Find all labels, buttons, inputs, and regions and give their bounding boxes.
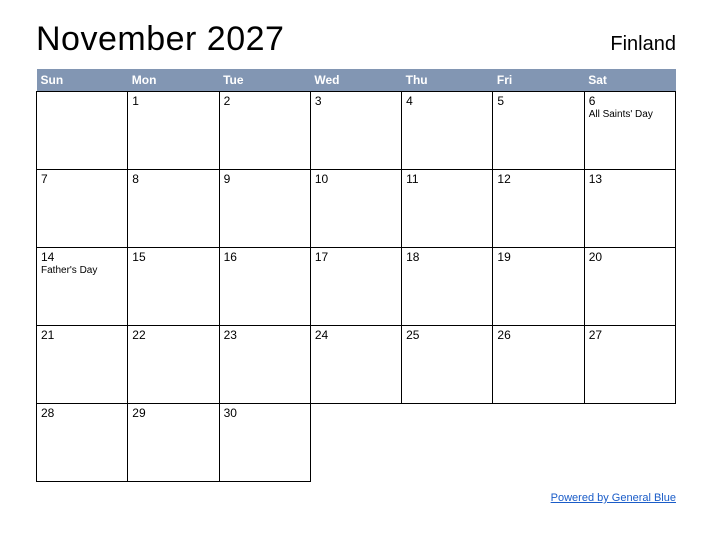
calendar-grid: Sun Mon Tue Wed Thu Fri Sat 1 2 3 4 5 6A… <box>36 69 676 482</box>
day-cell: 12 <box>493 170 584 248</box>
weekday-header-row: Sun Mon Tue Wed Thu Fri Sat <box>37 69 676 92</box>
day-number: 21 <box>41 328 123 342</box>
week-row: 14Father's Day 15 16 17 18 19 20 <box>37 248 676 326</box>
day-number: 12 <box>497 172 579 186</box>
weekday-fri: Fri <box>493 69 584 92</box>
day-number: 22 <box>132 328 214 342</box>
day-cell: 22 <box>128 326 219 404</box>
day-cell: 14Father's Day <box>37 248 128 326</box>
day-number: 13 <box>589 172 671 186</box>
powered-by-link[interactable]: Powered by General Blue <box>551 492 676 504</box>
day-number: 18 <box>406 250 488 264</box>
day-number: 3 <box>315 94 397 108</box>
day-number: 17 <box>315 250 397 264</box>
day-cell: 4 <box>402 92 493 170</box>
day-cell: 18 <box>402 248 493 326</box>
day-number: 24 <box>315 328 397 342</box>
day-cell-empty <box>493 404 584 482</box>
day-cell: 25 <box>402 326 493 404</box>
day-number: 4 <box>406 94 488 108</box>
weekday-tue: Tue <box>219 69 310 92</box>
day-number: 27 <box>589 328 671 342</box>
day-cell: 13 <box>584 170 675 248</box>
page-title: November 2027 <box>36 20 284 59</box>
day-number: 25 <box>406 328 488 342</box>
day-cell: 7 <box>37 170 128 248</box>
day-cell: 28 <box>37 404 128 482</box>
day-cell <box>37 92 128 170</box>
day-cell: 16 <box>219 248 310 326</box>
day-cell: 29 <box>128 404 219 482</box>
day-cell: 30 <box>219 404 310 482</box>
day-number: 8 <box>132 172 214 186</box>
calendar-page: November 2027 Finland Sun Mon Tue Wed Th… <box>0 0 712 516</box>
day-cell: 23 <box>219 326 310 404</box>
weekday-wed: Wed <box>310 69 401 92</box>
day-number: 11 <box>406 172 488 186</box>
day-number: 6 <box>589 94 671 108</box>
day-event: All Saints' Day <box>589 109 671 120</box>
weekday-sat: Sat <box>584 69 675 92</box>
day-number: 5 <box>497 94 579 108</box>
day-cell: 20 <box>584 248 675 326</box>
day-number: 30 <box>224 406 306 420</box>
day-cell: 26 <box>493 326 584 404</box>
day-event: Father's Day <box>41 265 123 276</box>
day-number: 19 <box>497 250 579 264</box>
day-number: 23 <box>224 328 306 342</box>
day-cell-empty <box>402 404 493 482</box>
day-cell: 6All Saints' Day <box>584 92 675 170</box>
day-cell-empty <box>584 404 675 482</box>
day-cell: 15 <box>128 248 219 326</box>
day-cell: 21 <box>37 326 128 404</box>
day-number: 9 <box>224 172 306 186</box>
day-number: 7 <box>41 172 123 186</box>
day-number: 16 <box>224 250 306 264</box>
calendar-body: 1 2 3 4 5 6All Saints' Day 7 8 9 10 11 1… <box>37 92 676 482</box>
region-label: Finland <box>610 33 676 56</box>
weekday-mon: Mon <box>128 69 219 92</box>
day-cell: 5 <box>493 92 584 170</box>
footer: Powered by General Blue <box>36 488 676 506</box>
day-cell: 10 <box>310 170 401 248</box>
day-number: 29 <box>132 406 214 420</box>
day-number: 1 <box>132 94 214 108</box>
day-cell: 27 <box>584 326 675 404</box>
day-cell: 17 <box>310 248 401 326</box>
header: November 2027 Finland <box>36 20 676 59</box>
day-cell: 2 <box>219 92 310 170</box>
day-number: 28 <box>41 406 123 420</box>
week-row: 21 22 23 24 25 26 27 <box>37 326 676 404</box>
week-row: 1 2 3 4 5 6All Saints' Day <box>37 92 676 170</box>
day-cell: 9 <box>219 170 310 248</box>
week-row: 7 8 9 10 11 12 13 <box>37 170 676 248</box>
day-cell: 8 <box>128 170 219 248</box>
day-number: 26 <box>497 328 579 342</box>
day-cell: 24 <box>310 326 401 404</box>
day-cell: 11 <box>402 170 493 248</box>
day-cell: 19 <box>493 248 584 326</box>
day-number: 10 <box>315 172 397 186</box>
day-cell: 3 <box>310 92 401 170</box>
day-number: 14 <box>41 250 123 264</box>
day-cell-empty <box>310 404 401 482</box>
day-number: 2 <box>224 94 306 108</box>
day-number: 20 <box>589 250 671 264</box>
weekday-thu: Thu <box>402 69 493 92</box>
day-number: 15 <box>132 250 214 264</box>
day-cell: 1 <box>128 92 219 170</box>
weekday-sun: Sun <box>37 69 128 92</box>
week-row: 28 29 30 <box>37 404 676 482</box>
